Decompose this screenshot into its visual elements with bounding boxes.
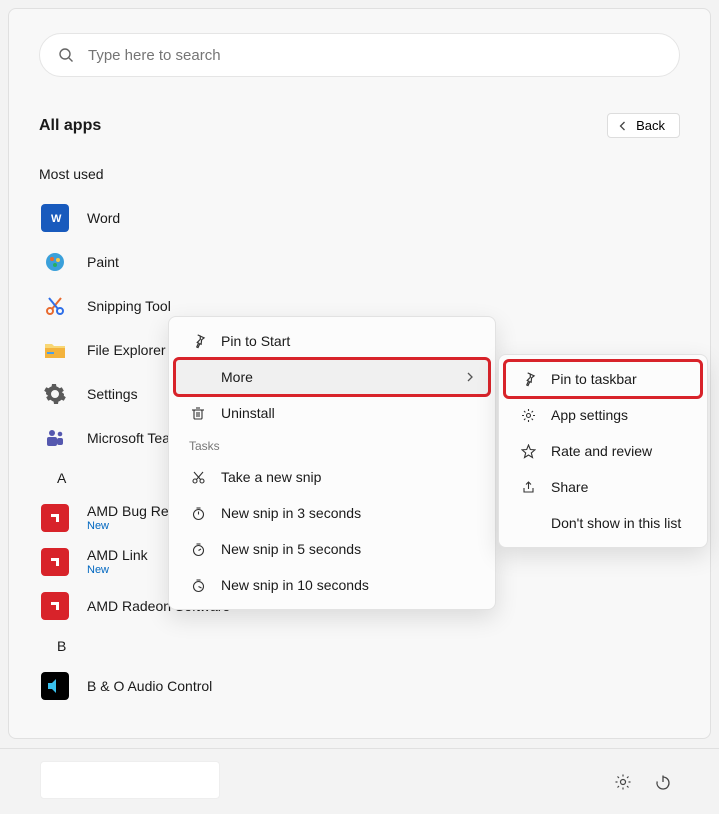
- star-icon: [519, 444, 537, 459]
- ctx-task-3s[interactable]: New snip in 3 seconds: [175, 495, 489, 531]
- ctx-rate-review[interactable]: Rate and review: [505, 433, 701, 469]
- all-apps-title: All apps: [39, 117, 101, 135]
- timer-icon: [189, 506, 207, 521]
- word-icon: W: [41, 204, 69, 232]
- app-paint[interactable]: Paint: [39, 240, 680, 284]
- snipping-tool-icon: [41, 292, 69, 320]
- app-word[interactable]: W Word: [39, 196, 680, 240]
- letter-b-header[interactable]: B: [39, 628, 680, 664]
- amd-icon: [41, 548, 69, 576]
- gear-icon: [614, 773, 632, 791]
- start-menu-footer: [0, 748, 719, 814]
- settings-icon: [41, 380, 69, 408]
- timer-icon: [189, 542, 207, 557]
- ctx-uninstall[interactable]: Uninstall: [175, 395, 489, 431]
- search-input[interactable]: [88, 47, 661, 64]
- amd-icon: [41, 504, 69, 532]
- pin-icon: [519, 372, 537, 387]
- share-icon: [519, 480, 537, 495]
- ctx-task-5s[interactable]: New snip in 5 seconds: [175, 531, 489, 567]
- user-account-button[interactable]: [40, 761, 220, 799]
- chevron-right-icon: [465, 369, 475, 385]
- power-button[interactable]: [647, 766, 679, 798]
- most-used-header: Most used: [39, 166, 680, 182]
- app-bo-audio[interactable]: B & O Audio Control: [39, 664, 680, 708]
- ctx-pin-to-taskbar[interactable]: Pin to taskbar: [505, 361, 701, 397]
- ctx-pin-to-start[interactable]: Pin to Start: [175, 323, 489, 359]
- file-explorer-icon: [41, 336, 69, 364]
- settings-button[interactable]: [607, 766, 639, 798]
- context-menu-more: Pin to taskbar App settings Rate and rev…: [498, 354, 708, 548]
- teams-icon: [41, 424, 69, 452]
- gear-icon: [519, 408, 537, 423]
- paint-icon: [41, 248, 69, 276]
- pin-icon: [189, 334, 207, 349]
- ctx-task-10s[interactable]: New snip in 10 seconds: [175, 567, 489, 603]
- ctx-dont-show[interactable]: Don't show in this list: [505, 505, 701, 541]
- trash-icon: [189, 406, 207, 421]
- timer-icon: [189, 578, 207, 593]
- chevron-left-icon: [618, 121, 628, 131]
- power-icon: [654, 773, 672, 791]
- snip-icon: [189, 470, 207, 485]
- context-menu-primary: Pin to Start More Uninstall Tasks Take a…: [168, 316, 496, 610]
- amd-icon: [41, 592, 69, 620]
- search-box[interactable]: [39, 33, 680, 77]
- search-icon: [58, 47, 74, 63]
- ctx-share[interactable]: Share: [505, 469, 701, 505]
- bo-icon: [41, 672, 69, 700]
- ctx-tasks-header: Tasks: [175, 431, 489, 459]
- ctx-more[interactable]: More: [175, 359, 489, 395]
- ctx-app-settings[interactable]: App settings: [505, 397, 701, 433]
- back-button[interactable]: Back: [607, 113, 680, 138]
- ctx-task-new-snip[interactable]: Take a new snip: [175, 459, 489, 495]
- svg-text:W: W: [51, 213, 62, 225]
